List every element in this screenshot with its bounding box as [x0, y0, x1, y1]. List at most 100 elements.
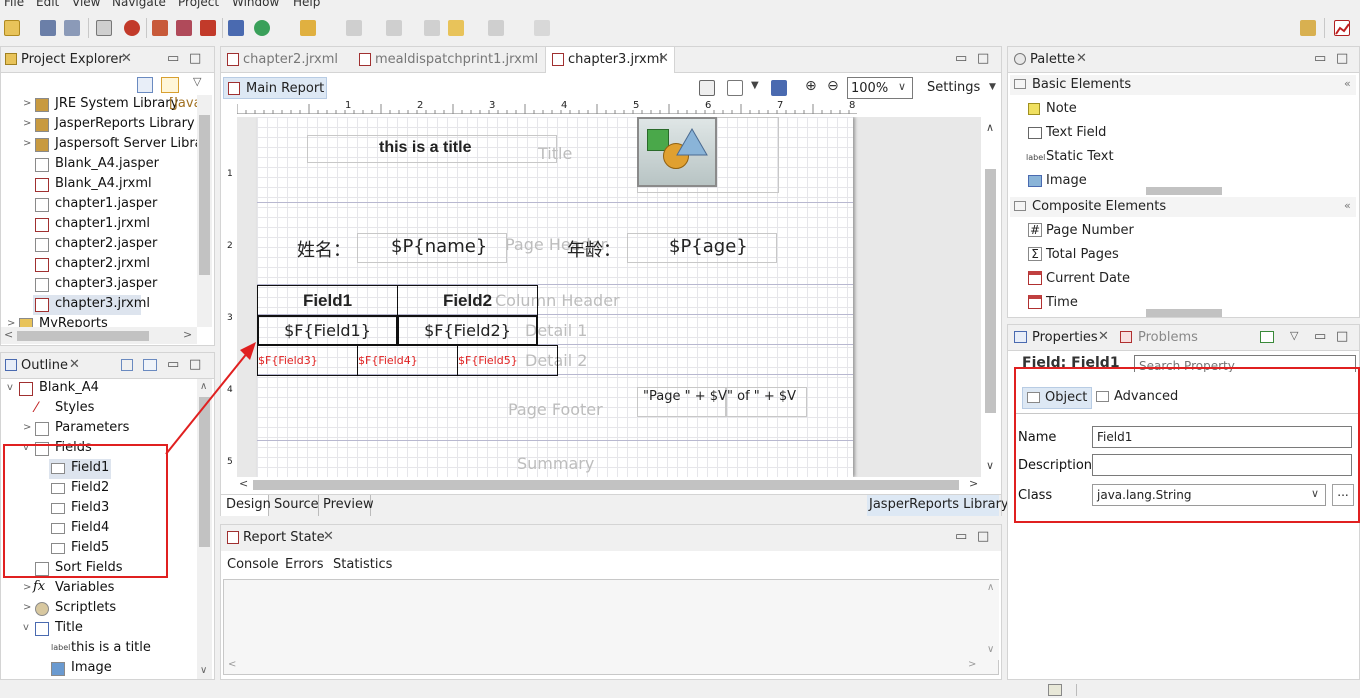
- file-item[interactable]: chapter1.jasper: [55, 196, 157, 211]
- canvas-hscroll[interactable]: < >: [237, 477, 983, 493]
- tab-problems[interactable]: Problems: [1138, 330, 1198, 345]
- tab-statistics[interactable]: Statistics: [333, 557, 392, 572]
- palette-group-composite[interactable]: Composite Elements «: [1010, 197, 1356, 217]
- palette-item-current-date[interactable]: Current Date: [1046, 271, 1130, 286]
- close-icon[interactable]: ✕: [658, 51, 669, 66]
- properties-title[interactable]: Properties: [1032, 330, 1098, 345]
- settings-dropdown-icon[interactable]: ▼: [989, 82, 996, 92]
- menu-window[interactable]: Window: [232, 0, 279, 9]
- last-edit-icon[interactable]: [424, 20, 440, 36]
- view-menu-icon[interactable]: ▽: [1290, 329, 1298, 342]
- collapse-all-icon[interactable]: [137, 77, 153, 93]
- detail-field4[interactable]: $F{Field4}: [357, 345, 458, 376]
- tree-view-icon[interactable]: [121, 359, 133, 371]
- minimize-icon[interactable]: ▭: [1314, 329, 1326, 344]
- outline-item-styles[interactable]: Styles: [55, 400, 94, 415]
- file-item[interactable]: chapter3.jasper: [55, 276, 157, 291]
- name-label[interactable]: 姓名：: [297, 236, 351, 262]
- tree-item-jasperreports-library[interactable]: JasperReports Library: [55, 116, 195, 131]
- minimize-icon[interactable]: ▭: [1314, 51, 1326, 66]
- canvas-vscroll[interactable]: ∧ ∨: [983, 117, 998, 477]
- run-icon[interactable]: [254, 20, 270, 36]
- tab-console[interactable]: Console: [227, 557, 279, 572]
- minimize-icon[interactable]: ▭: [955, 529, 967, 544]
- menu-edit[interactable]: Edit: [36, 0, 59, 9]
- tool-icon[interactable]: [300, 20, 316, 36]
- debug-icon[interactable]: [124, 20, 140, 36]
- maximize-icon[interactable]: □: [1336, 329, 1348, 344]
- detail-field1[interactable]: $F{Field1}: [257, 315, 398, 346]
- save-all-icon[interactable]: [64, 20, 80, 36]
- collapse-group-icon[interactable]: «: [1344, 77, 1351, 90]
- jasperreports-library-label[interactable]: JasperReports Library: [867, 495, 1009, 516]
- outline-item-scriptlets[interactable]: Scriptlets: [55, 600, 116, 615]
- console-hscroll[interactable]: < >: [224, 659, 984, 674]
- file-item[interactable]: chapter1.jrxml: [55, 216, 150, 231]
- palette-item-image[interactable]: Image: [1046, 173, 1087, 188]
- close-icon[interactable]: ✕: [121, 51, 132, 66]
- import-icon[interactable]: [176, 20, 192, 36]
- outline-item-title[interactable]: Title: [55, 620, 83, 635]
- explorer-vscroll[interactable]: [197, 95, 212, 327]
- nav-prev-icon[interactable]: [386, 20, 402, 36]
- compile-report-icon[interactable]: [727, 80, 743, 96]
- design-canvas[interactable]: Title Page Header Column Header Detail 1…: [237, 117, 981, 477]
- palette-item-time[interactable]: Time: [1046, 295, 1078, 310]
- palette-item-note[interactable]: Note: [1046, 101, 1077, 116]
- close-icon[interactable]: ✕: [323, 529, 334, 544]
- console-vscroll[interactable]: ∧ ∨: [984, 580, 999, 660]
- new-icon[interactable]: [4, 20, 20, 36]
- pin-view-icon[interactable]: [1260, 331, 1274, 343]
- compile-icon[interactable]: [96, 20, 112, 36]
- outline-item-static-text[interactable]: this is a title: [71, 640, 151, 655]
- jaspersoft-perspective-icon[interactable]: [1334, 20, 1350, 36]
- server-icon[interactable]: [228, 20, 244, 36]
- palette-basic-scroll[interactable]: [1146, 187, 1222, 195]
- tab-chapter2[interactable]: chapter2.jrxml: [243, 52, 338, 67]
- zoom-in-icon[interactable]: ⊕: [805, 78, 817, 94]
- menu-project[interactable]: Project: [178, 0, 219, 9]
- pin-icon[interactable]: [534, 20, 550, 36]
- maximize-icon[interactable]: □: [977, 51, 989, 66]
- palette-item-total-pages[interactable]: Total Pages: [1046, 247, 1119, 262]
- layout-icon[interactable]: [699, 80, 715, 96]
- palette-item-text-field[interactable]: Text Field: [1046, 125, 1106, 140]
- age-label[interactable]: 年龄：: [567, 236, 621, 262]
- tree-item-jre[interactable]: JRE System Library: [55, 96, 178, 111]
- zoom-select[interactable]: 100% ∨: [847, 77, 913, 99]
- tree-item-jaspersoft-server-library[interactable]: Jaspersoft Server Library: [55, 136, 197, 151]
- tab-design[interactable]: Design: [221, 495, 271, 516]
- dataset-icon[interactable]: [771, 80, 787, 96]
- menu-navigate[interactable]: Navigate: [112, 0, 166, 9]
- link-editor-icon[interactable]: [161, 77, 179, 93]
- file-item[interactable]: Blank_A4.jasper: [55, 156, 159, 171]
- file-item[interactable]: Blank_A4.jrxml: [55, 176, 152, 191]
- menu-help[interactable]: Help: [293, 0, 320, 9]
- column-header-field1[interactable]: Field1: [257, 285, 398, 316]
- main-report-button[interactable]: Main Report: [223, 77, 327, 99]
- maximize-icon[interactable]: □: [977, 529, 989, 544]
- outline-item-image[interactable]: Image: [71, 660, 112, 675]
- save-icon[interactable]: [40, 20, 56, 36]
- tab-source[interactable]: Source: [269, 495, 319, 516]
- outline-item-variables[interactable]: Variables: [55, 580, 114, 595]
- menu-view[interactable]: View: [72, 0, 100, 9]
- thumbnail-view-icon[interactable]: [143, 359, 157, 371]
- close-icon[interactable]: ✕: [69, 357, 80, 372]
- menu-file[interactable]: File: [4, 0, 24, 9]
- tab-preview[interactable]: Preview: [319, 495, 374, 516]
- view-menu-icon[interactable]: ▽: [193, 75, 201, 88]
- detail-field2[interactable]: $F{Field2}: [397, 315, 538, 346]
- back-icon[interactable]: [448, 20, 464, 36]
- forward-icon[interactable]: [488, 20, 504, 36]
- open-perspective-icon[interactable]: [1300, 20, 1316, 36]
- console-output[interactable]: ∧ ∨ < >: [223, 579, 999, 675]
- file-item[interactable]: chapter2.jrxml: [55, 256, 150, 271]
- column-header-field2[interactable]: Field2: [397, 285, 538, 316]
- tab-errors[interactable]: Errors: [285, 557, 323, 572]
- publish-icon[interactable]: [152, 20, 168, 36]
- outline-item-parameters[interactable]: Parameters: [55, 420, 129, 435]
- maximize-icon[interactable]: □: [189, 51, 201, 66]
- status-icon[interactable]: [1048, 684, 1062, 696]
- palette-item-page-number[interactable]: Page Number: [1046, 223, 1134, 238]
